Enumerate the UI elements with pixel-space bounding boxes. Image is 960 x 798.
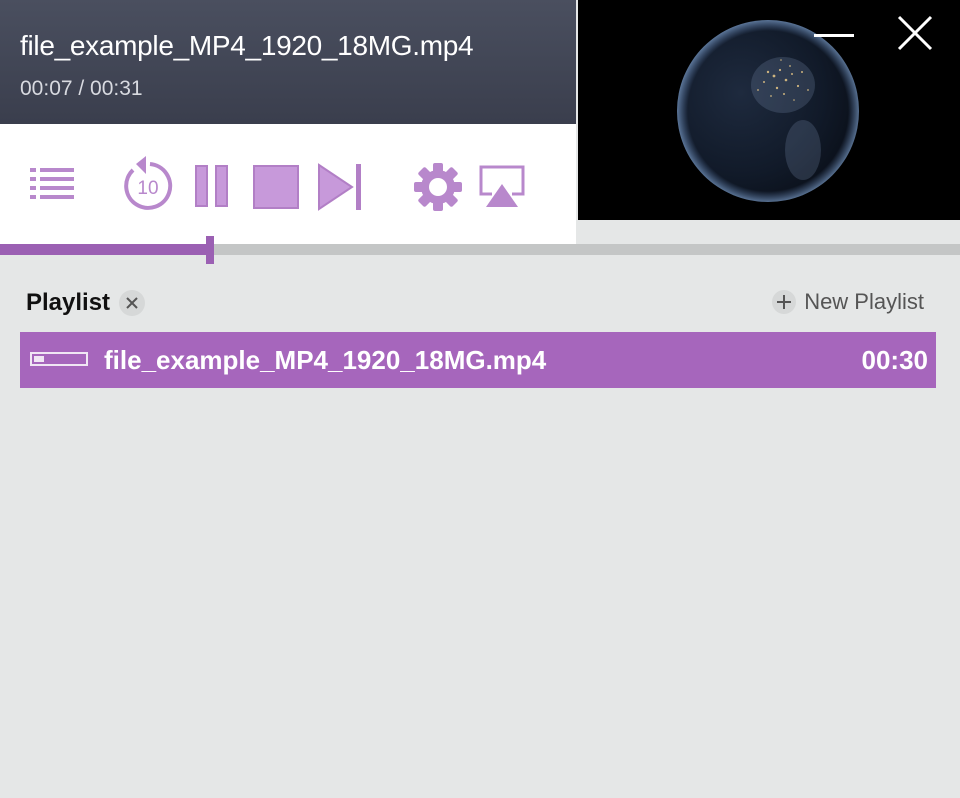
close-icon <box>897 15 933 51</box>
replay-10-icon: 10 <box>124 156 173 210</box>
playlist-item-name: file_example_MP4_1920_18MG.mp4 <box>104 345 547 375</box>
rewind-10-button[interactable]: 10 <box>120 154 176 212</box>
close-button[interactable] <box>896 14 934 52</box>
close-icon <box>126 297 138 309</box>
airplay-icon <box>479 165 525 207</box>
playlist-item[interactable]: file_example_MP4_1920_18MG.mp4 00:30 <box>20 332 936 388</box>
pause-icon <box>195 165 228 207</box>
skip-next-icon <box>318 163 361 211</box>
transport-controls: 10 <box>0 124 576 220</box>
list-icon <box>30 168 74 199</box>
playlist-item-duration: 00:30 <box>861 345 929 375</box>
plus-icon <box>772 290 797 314</box>
seek-bar[interactable] <box>0 236 960 264</box>
video-preview[interactable] <box>578 0 960 220</box>
cast-button[interactable] <box>478 164 526 210</box>
new-playlist-button[interactable]: New Playlist <box>772 289 924 315</box>
media-title: file_example_MP4_1920_18MG.mp4 <box>20 30 474 61</box>
time-readout: 00:07 / 00:31 <box>20 77 143 100</box>
rewind-seconds-label: 10 <box>137 178 158 199</box>
gear-icon <box>414 163 462 211</box>
stop-icon <box>253 165 299 209</box>
minimize-button[interactable] <box>812 28 856 38</box>
pause-button[interactable] <box>194 164 230 208</box>
minimize-icon <box>814 34 854 37</box>
new-playlist-label: New Playlist <box>804 289 924 314</box>
next-button[interactable] <box>316 162 364 212</box>
progress-thumbnail-icon <box>30 352 88 366</box>
playlist-title: Playlist <box>26 289 111 316</box>
settings-button[interactable] <box>412 162 464 212</box>
stop-button[interactable] <box>252 164 300 210</box>
seek-handle[interactable] <box>206 236 214 264</box>
seek-bar-elapsed <box>0 244 210 255</box>
playlist-toggle-button[interactable] <box>28 166 76 206</box>
controls-spacer <box>0 220 576 244</box>
close-playlist-button[interactable] <box>119 290 145 316</box>
title-bar: file_example_MP4_1920_18MG.mp4 00:07 / 0… <box>0 0 576 124</box>
